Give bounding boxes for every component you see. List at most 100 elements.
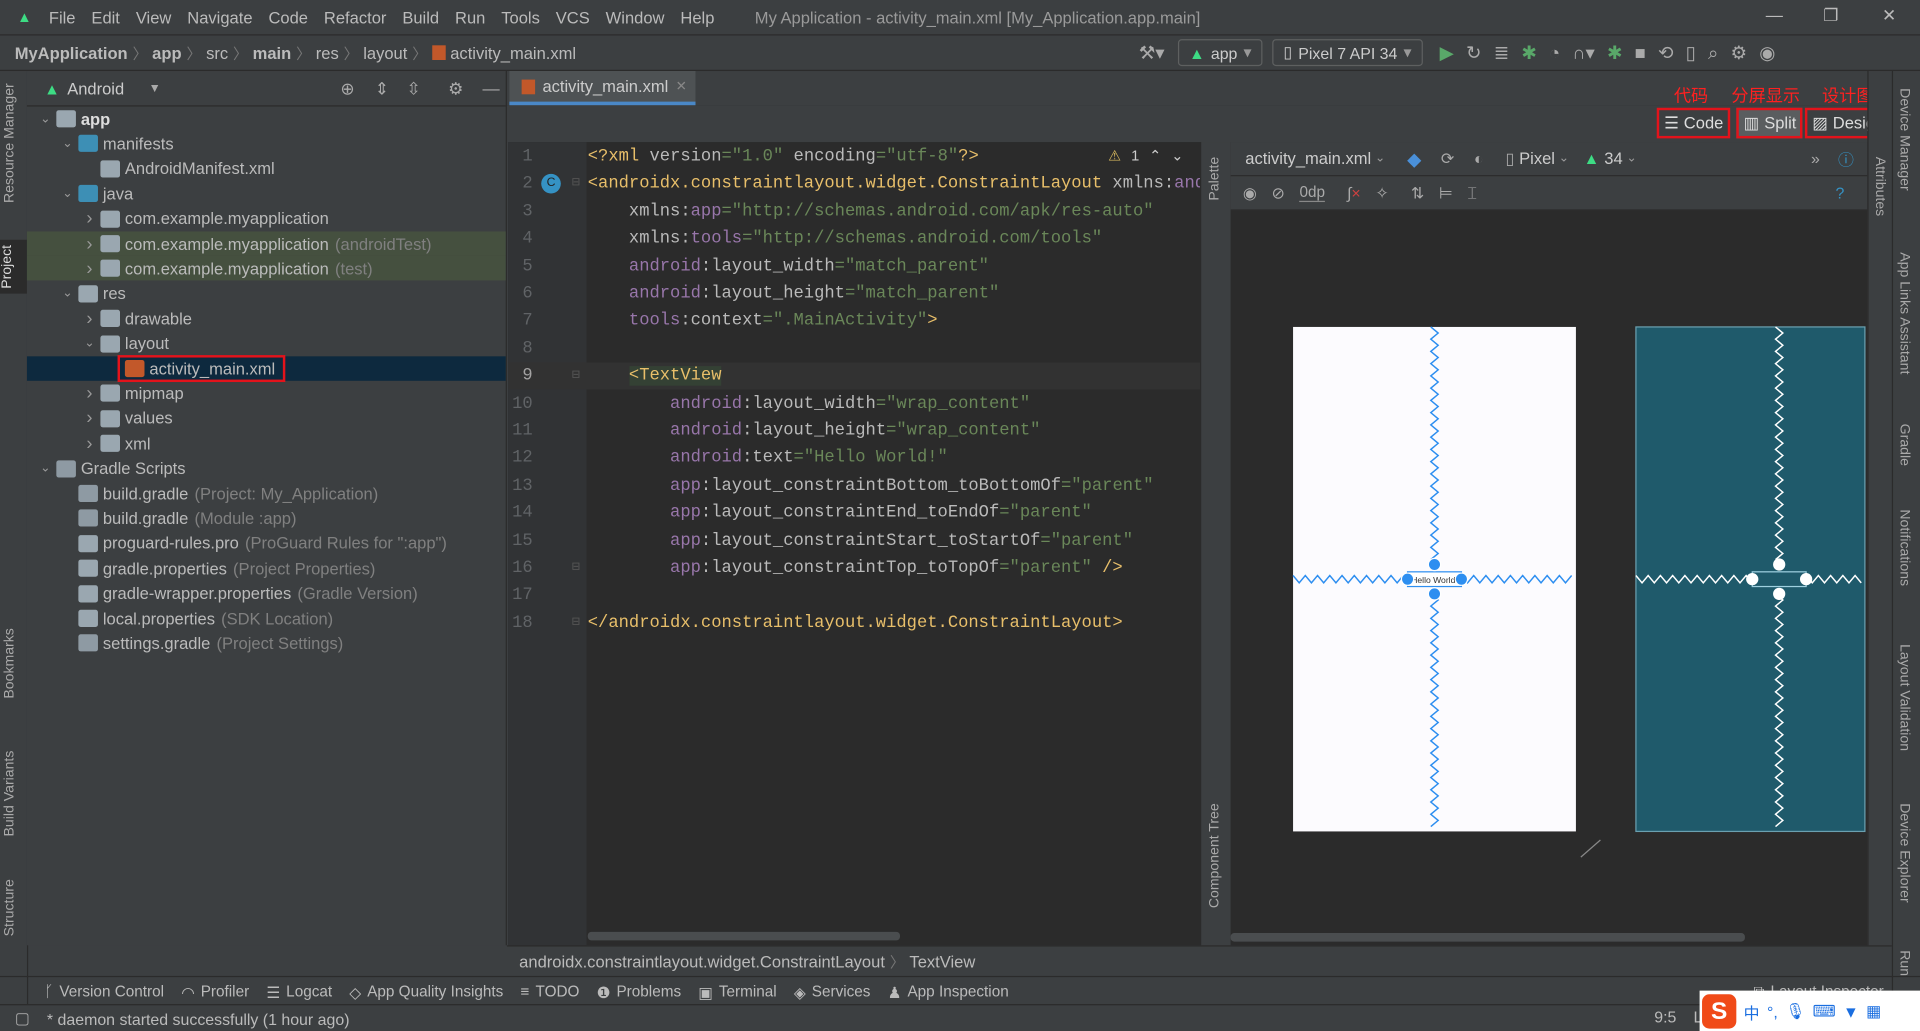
xml-breadcrumb-root[interactable]: androidx.constraintlayout.widget.Constra… (519, 952, 885, 970)
build-variants-tab[interactable]: Build Variants (2, 751, 17, 837)
design-blueprint-layers-icon[interactable]: ◆ (1407, 148, 1421, 170)
clear-constraints-icon[interactable]: ∫× (1347, 184, 1361, 202)
chevron-down-icon[interactable]: ⌄ (59, 137, 76, 150)
code-line[interactable]: 17 (508, 582, 1200, 609)
guidelines-icon[interactable]: ⌶ (1467, 183, 1477, 203)
tree-item[interactable]: ⌄ res (27, 281, 506, 305)
device-select[interactable]: ▯ Pixel 7 API 34 ▾ (1272, 39, 1423, 67)
tree-item[interactable]: ⌄ layout (27, 331, 506, 355)
account-icon[interactable]: ◉ (1759, 42, 1775, 64)
chevron-right-icon[interactable]: › (81, 408, 98, 429)
app-inspection-tab[interactable]: ♟ App Inspection (888, 983, 1009, 1001)
device-explorer-tab[interactable]: Device Explorer (1897, 803, 1912, 902)
code-line[interactable]: 11 android:layout_height="wrap_content" (508, 418, 1200, 445)
previous-highlight-icon[interactable]: ⌃ (1149, 147, 1161, 164)
menu-build[interactable]: Build (402, 8, 439, 26)
xml-breadcrumb-textview[interactable]: TextView (909, 952, 975, 970)
apply-changes-icon[interactable]: ↻ (1466, 42, 1481, 64)
night-mode-icon[interactable]: ◐ (1474, 149, 1484, 167)
todo-tab[interactable]: ≡ TODO (520, 983, 579, 1000)
code-line[interactable]: 16 ⊟ app:layout_constraintTop_toTopOf="pa… (508, 555, 1200, 582)
code-line[interactable]: 3 xmlns:app="http://schemas.android.com/… (508, 198, 1200, 225)
tree-item[interactable]: proguard-rules.pro (ProGuard Rules for ":… (27, 531, 506, 555)
problems-tab[interactable]: ❶ Problems (597, 983, 682, 1001)
restore-button[interactable]: ❐ (1823, 5, 1838, 26)
breadcrumb-app[interactable]: app (152, 43, 181, 61)
skin-shirt-icon[interactable]: ▼ (1843, 1002, 1859, 1020)
tree-item[interactable]: › drawable (27, 306, 506, 330)
tree-item[interactable]: ⌄ manifests (27, 131, 506, 155)
attach-debugger-icon[interactable]: ∩▾ (1572, 42, 1594, 64)
tree-item[interactable]: › com.example.myapplication (27, 206, 506, 230)
next-highlight-icon[interactable]: ⌄ (1171, 147, 1183, 164)
services-tab[interactable]: ◈ Services (794, 983, 871, 1001)
fold-icon[interactable]: ⊟ (572, 171, 580, 198)
horizontal-scrollbar[interactable] (587, 931, 901, 941)
breadcrumb-main[interactable]: main (253, 43, 292, 61)
code-line[interactable]: 14 app:layout_constraintEnd_toEndOf="par… (508, 500, 1200, 527)
menu-tools[interactable]: Tools (501, 8, 540, 26)
orientation-icon[interactable]: ⟳ (1441, 149, 1454, 169)
notifications-tab[interactable]: Notifications (1897, 509, 1912, 586)
device-preview-select[interactable]: Pixel (1519, 149, 1555, 167)
chevron-down-icon[interactable]: ⌄ (81, 337, 98, 350)
code-line[interactable]: 5 android:layout_width="match_parent" (508, 253, 1200, 280)
run-icon[interactable]: ▶ (1440, 42, 1454, 64)
code-line[interactable]: 8 (508, 335, 1200, 362)
pack-icon[interactable]: ⇅ (1411, 183, 1424, 203)
sync-gradle-icon[interactable]: ⟲ (1658, 42, 1673, 64)
breadcrumb-src[interactable]: src (206, 43, 228, 61)
inspection-widget[interactable]: ⚠ 1 ⌃ ⌄ (1108, 147, 1183, 164)
close-button[interactable]: ✕ (1882, 5, 1896, 26)
tree-item[interactable]: ⌄ app (27, 107, 506, 131)
info-icon[interactable]: ⓘ (1838, 147, 1854, 170)
tree-item[interactable]: ⌄ java (27, 181, 506, 205)
project-tab[interactable]: Project (0, 240, 27, 294)
fold-icon[interactable]: ⊟ (572, 610, 580, 637)
microphone-icon[interactable]: 🎙︎ (1785, 1002, 1805, 1022)
close-tab-icon[interactable]: ✕ (676, 78, 687, 95)
chinese-mode-icon[interactable]: 中 (1744, 1000, 1760, 1023)
attach-icon[interactable]: ✱ (1607, 42, 1622, 64)
tree-item[interactable]: gradle.properties (Project Properties) (27, 556, 506, 580)
tree-item[interactable]: › com.example.myapplication (androidTest) (26, 231, 506, 256)
keyboard-icon[interactable]: ⌨ (1813, 1002, 1836, 1022)
chevron-down-icon[interactable]: ⌄ (59, 287, 76, 300)
tree-item[interactable]: AndroidManifest.xml (27, 156, 506, 180)
code-line[interactable]: 13 app:layout_constraintBottom_toBottomO… (508, 472, 1200, 499)
tree-item[interactable]: › values (27, 406, 506, 430)
menu-help[interactable]: Help (680, 8, 714, 26)
stop-icon[interactable]: ■ (1635, 42, 1646, 63)
breadcrumb-file[interactable]: activity_main.xml (450, 43, 576, 61)
layout-validation-tab[interactable]: Layout Validation (1897, 644, 1912, 751)
code-editor[interactable]: 1 <?xml version="1.0" encoding="utf-8"?> 2… (508, 142, 1709, 946)
breadcrumb-layout[interactable]: layout (363, 43, 407, 61)
profile-icon[interactable]: ◔ (1549, 42, 1560, 63)
fold-icon[interactable]: ⊟ (572, 363, 580, 390)
layout-file-select[interactable]: activity_main.xml (1245, 149, 1371, 167)
run-configuration-select[interactable]: ▲ app ▾ (1177, 39, 1263, 67)
code-line[interactable]: 10 android:layout_width="wrap_content" (508, 390, 1200, 417)
class-gutter-icon[interactable]: C (541, 174, 561, 194)
minimize-button[interactable]: — (1766, 5, 1783, 25)
tree-item[interactable]: build.gradle (Module :app) (27, 506, 506, 530)
split-mode-button[interactable]: 分屏显示 ▥ Split (1731, 87, 1803, 139)
code-line[interactable]: 15 app:layout_constraintStart_toStartOf=… (508, 527, 1200, 554)
settings-gear-icon[interactable]: ⚙ (1731, 42, 1747, 64)
code-line[interactable]: 1 <?xml version="1.0" encoding="utf-8"?> (508, 143, 1200, 170)
help-icon[interactable]: ? (1836, 184, 1845, 202)
locate-file-icon[interactable]: ⊕ (340, 78, 354, 99)
fold-icon[interactable]: ⊟ (572, 555, 580, 582)
code-line[interactable]: 4 xmlns:tools="http://schemas.android.co… (508, 226, 1200, 253)
breadcrumb-project[interactable]: MyApplication (15, 43, 128, 61)
structure-tab[interactable]: Structure (2, 879, 17, 936)
code-line[interactable]: 6 android:layout_height="match_parent" (508, 280, 1200, 307)
debug-icon[interactable]: ✱ (1521, 42, 1536, 64)
expand-all-icon[interactable]: ⇕ (375, 78, 389, 99)
tree-item[interactable]: gradle-wrapper.properties (Gradle Version… (27, 581, 506, 605)
tree-item[interactable]: › xml (27, 431, 506, 455)
chevron-right-icon[interactable]: › (81, 258, 98, 279)
menu-window[interactable]: Window (606, 8, 665, 26)
attributes-tab[interactable]: Attributes (1872, 157, 1887, 216)
tree-item[interactable]: activity_main.xml (26, 355, 506, 383)
